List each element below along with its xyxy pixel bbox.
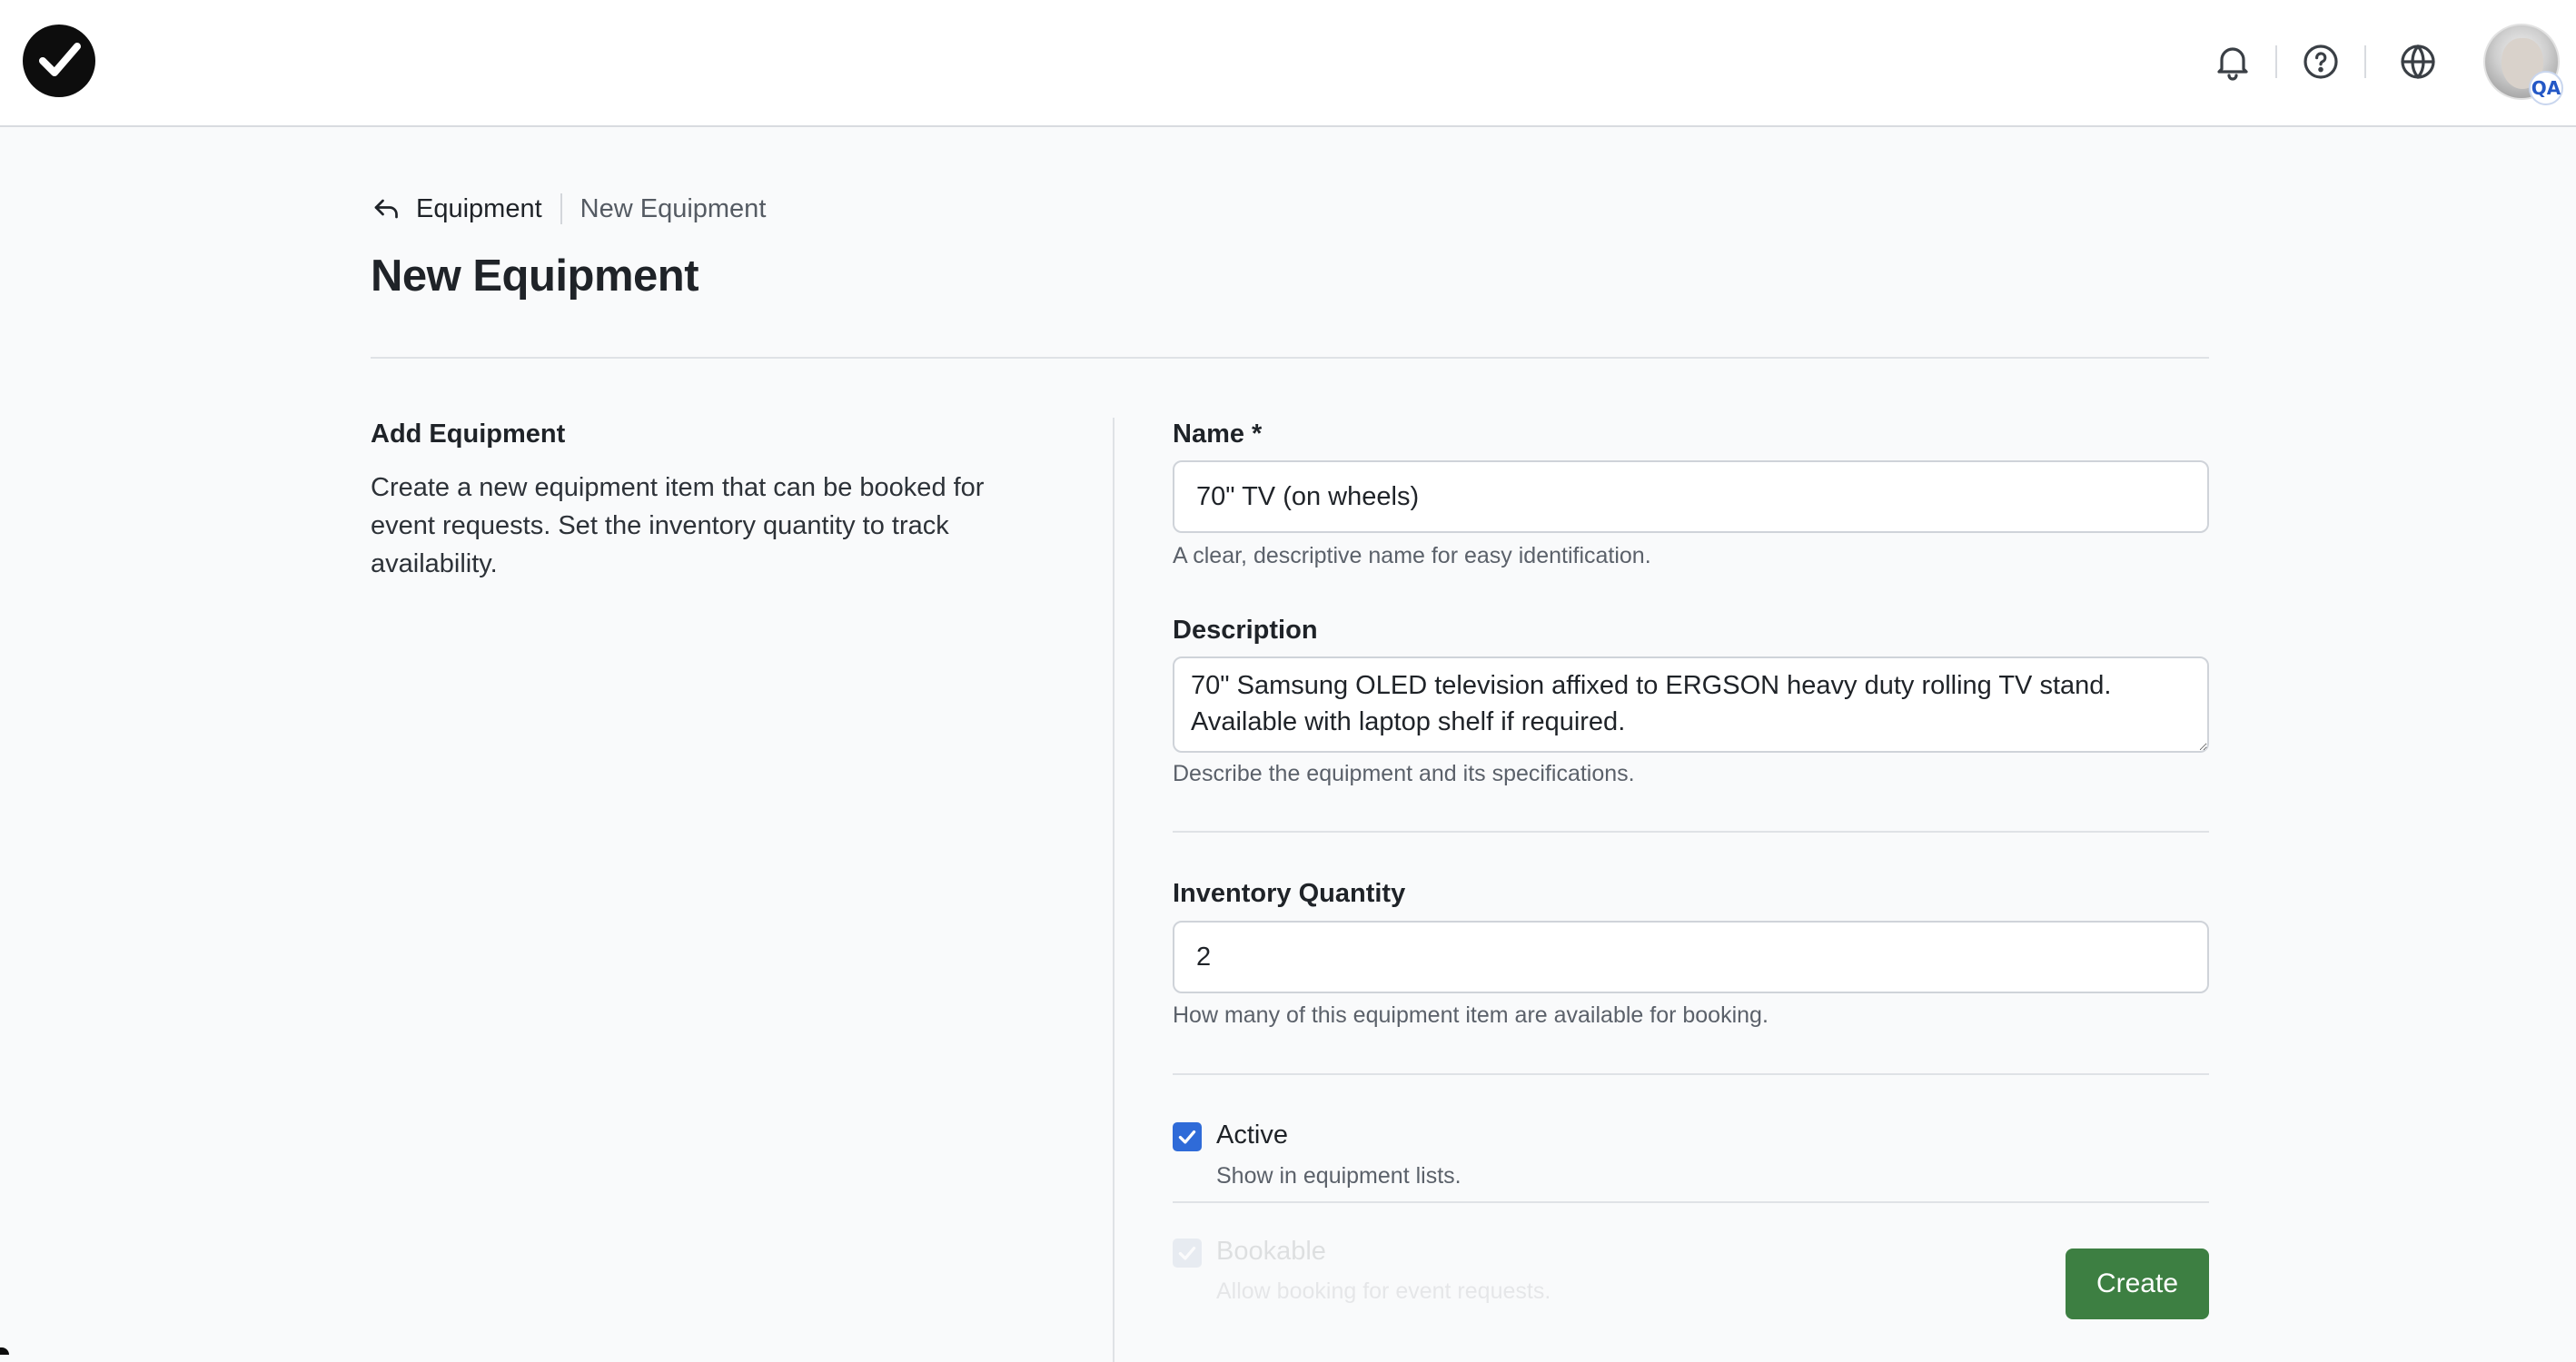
globe-icon[interactable] [2396,40,2440,84]
help-circle-icon[interactable] [2299,40,2343,84]
bookable-checkbox[interactable] [1173,1239,1202,1268]
name-input[interactable] [1173,460,2209,533]
breadcrumb-current: New Equipment [580,193,767,223]
active-checkbox[interactable] [1173,1122,1202,1151]
header-separator [2275,45,2277,78]
reply-arrow-icon[interactable] [371,192,403,225]
checkmark-icon [1178,1130,1196,1144]
name-label: Name * [1173,419,1263,449]
breadcrumb-equipment-link[interactable]: Equipment [416,194,542,224]
bell-icon[interactable] [2211,40,2254,84]
section-description: Create a new equipment item that can be … [371,473,985,578]
bookable-label: Bookable [1216,1237,1326,1266]
name-helper-text: A clear, descriptive name for easy ident… [1173,543,1651,568]
description-textarea[interactable]: 70" Samsung OLED television affixed to E… [1173,656,2209,753]
avatar-badge: QA [2529,71,2563,105]
breadcrumb-separator [560,193,562,224]
corner-mark [0,1347,9,1355]
top-header: QA [0,0,2576,127]
header-separator [2364,45,2366,78]
breadcrumb: Equipment New Equipment [371,189,766,229]
page-title: New Equipment [371,252,699,301]
description-helper-text: Describe the equipment and its specifica… [1173,761,1635,786]
create-button[interactable]: Create [2066,1248,2209,1319]
description-label: Description [1173,616,1318,645]
form-divider [1173,1073,2209,1075]
active-helper-text: Show in equipment lists. [1216,1163,1461,1189]
title-divider [371,357,2209,359]
check-logo-icon[interactable] [23,25,95,97]
inventory-helper-text: How many of this equipment item are avai… [1173,1002,1769,1028]
column-divider [1113,418,1115,1362]
inventory-quantity-input[interactable] [1173,921,2209,993]
inventory-quantity-label: Inventory Quantity [1173,879,1406,908]
form-divider [1173,1201,2209,1203]
active-label: Active [1216,1120,1288,1150]
bookable-helper-text: Allow booking for event requests. [1216,1278,1551,1304]
form-divider [1173,831,2209,833]
checkmark-icon [1178,1246,1196,1260]
section-heading: Add Equipment [371,419,566,449]
